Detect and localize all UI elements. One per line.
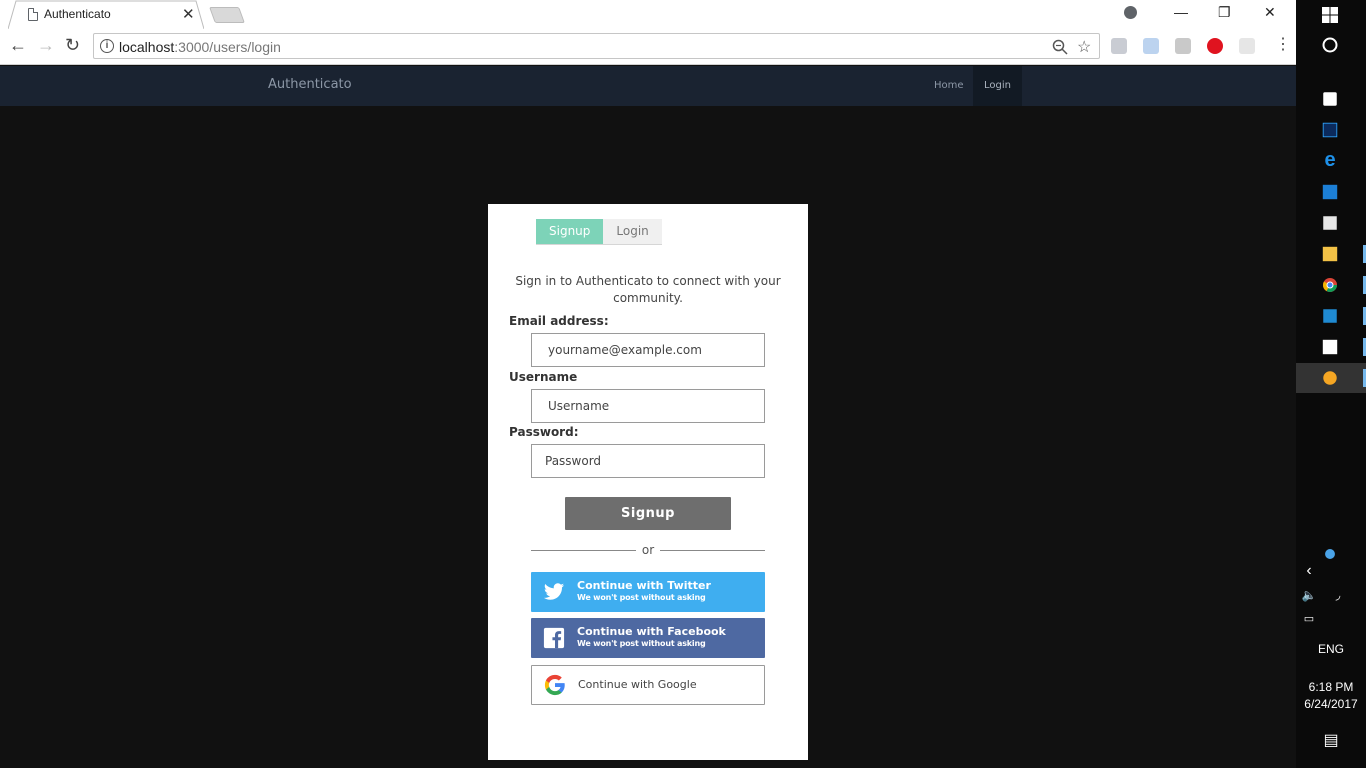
opera-extension-icon[interactable] — [1207, 38, 1223, 54]
extension-icon[interactable] — [1111, 38, 1127, 54]
email-label: Email address: — [509, 314, 609, 328]
twitter-button[interactable]: Continue with Twitter We won't post with… — [531, 572, 765, 612]
auth-tabs: Signup Login — [536, 219, 662, 245]
or-text: or — [641, 543, 655, 557]
zoom-icon[interactable] — [1052, 39, 1068, 55]
tab-title: Authenticato — [44, 7, 111, 21]
clock-date[interactable]: 6/24/2017 — [1296, 697, 1366, 711]
twitter-title: Continue with Twitter — [577, 579, 711, 592]
pdf-extension-icon[interactable] — [1175, 38, 1191, 54]
twitter-subtitle: We won't post without asking — [577, 593, 706, 602]
nav-home-link[interactable]: Home — [923, 66, 975, 106]
google-button[interactable]: Continue with Google — [531, 665, 765, 705]
forward-icon[interactable]: → — [37, 35, 55, 56]
wifi-icon[interactable]: ◞ — [1303, 588, 1366, 602]
facebook-title: Continue with Facebook — [577, 625, 726, 638]
browser-tab[interactable]: Authenticato ✕ — [8, 0, 204, 29]
chrome-icon[interactable] — [1321, 276, 1339, 294]
minimize-button[interactable]: — — [1174, 4, 1188, 20]
windows-taskbar: e ‹ 🔈 ◞ ▭ ENG 6:18 PM 6/24/2017 ▤ — [1296, 0, 1366, 768]
language-indicator[interactable]: ENG — [1296, 642, 1366, 656]
menu-icon[interactable]: ⋮ — [1275, 34, 1291, 54]
account-icon[interactable] — [1124, 6, 1137, 19]
new-tab-button[interactable] — [209, 7, 245, 23]
reload-icon[interactable]: ↻ — [65, 35, 80, 56]
page-icon — [28, 8, 38, 21]
show-hidden-icons-icon[interactable]: ‹ — [1274, 562, 1344, 580]
tab-login[interactable]: Login — [603, 219, 662, 244]
photoshop-icon[interactable] — [1322, 122, 1338, 138]
action-center-icon[interactable]: ▤ — [1296, 730, 1366, 750]
email-field[interactable]: yourname@example.com — [531, 333, 765, 367]
auth-card: Signup Login Sign in to Authenticato to … — [488, 204, 808, 760]
back-icon[interactable]: ← — [9, 35, 27, 56]
calculator-icon[interactable] — [1323, 216, 1337, 230]
password-label: Password: — [509, 425, 579, 439]
tab-signup[interactable]: Signup — [536, 219, 604, 244]
username-label: Username — [509, 370, 578, 384]
facebook-button[interactable]: Continue with Facebook We won't post wit… — [531, 618, 765, 658]
nav-login-link[interactable]: Login — [973, 66, 1022, 106]
store-icon[interactable] — [1323, 92, 1337, 106]
username-field[interactable]: Username — [531, 389, 765, 423]
facebook-subtitle: We won't post without asking — [577, 639, 706, 648]
tab-close-icon[interactable]: ✕ — [182, 5, 195, 23]
bookmark-star-icon[interactable]: ☆ — [1077, 37, 1091, 57]
facebook-icon — [543, 627, 565, 649]
google-icon — [544, 674, 565, 696]
cortana-icon[interactable] — [1321, 36, 1339, 54]
browser-window: Authenticato ✕ — ❐ ✕ ← → ↻ i localhost:3… — [0, 0, 1296, 768]
address-bar[interactable]: i localhost:3000/users/login ☆ — [93, 33, 1100, 59]
file-explorer-icon[interactable] — [1322, 246, 1338, 262]
intro-text: Sign in to Authenticato to connect with … — [515, 274, 781, 305]
restore-button[interactable]: ❐ — [1218, 4, 1231, 21]
google-title: Continue with Google — [578, 678, 697, 691]
url-text[interactable]: localhost:3000/users/login — [119, 39, 281, 55]
twitter-icon — [543, 583, 565, 600]
browser-toolbar: ← → ↻ i localhost:3000/users/login ☆ ⋮ — [0, 29, 1296, 65]
photos-icon[interactable] — [1322, 339, 1338, 355]
site-navbar: Authenticato Home Login — [0, 66, 1296, 106]
url-path: :3000/users/login — [174, 39, 281, 55]
vscode-icon[interactable] — [1323, 309, 1337, 323]
windows-start-icon[interactable] — [1321, 6, 1339, 24]
tray-icon[interactable] — [1325, 549, 1335, 559]
extension-icon[interactable] — [1143, 38, 1159, 54]
tab-strip: Authenticato ✕ — ❐ ✕ — [0, 0, 1296, 29]
close-window-button[interactable]: ✕ — [1264, 4, 1276, 21]
divider-left — [531, 550, 636, 551]
app-icon[interactable] — [1323, 371, 1337, 385]
site-brand[interactable]: Authenticato — [268, 77, 352, 92]
edge-icon[interactable]: e — [1321, 150, 1339, 170]
url-host: localhost — [119, 39, 175, 55]
info-icon[interactable]: i — [100, 39, 114, 53]
app-icon[interactable] — [1322, 184, 1338, 200]
password-field[interactable]: Password — [531, 444, 765, 478]
extension-icon[interactable] — [1239, 38, 1255, 54]
signup-button[interactable]: Signup — [565, 497, 731, 530]
divider-right — [660, 550, 765, 551]
clock-time[interactable]: 6:18 PM — [1296, 680, 1366, 694]
battery-icon[interactable]: ▭ — [1274, 612, 1344, 625]
